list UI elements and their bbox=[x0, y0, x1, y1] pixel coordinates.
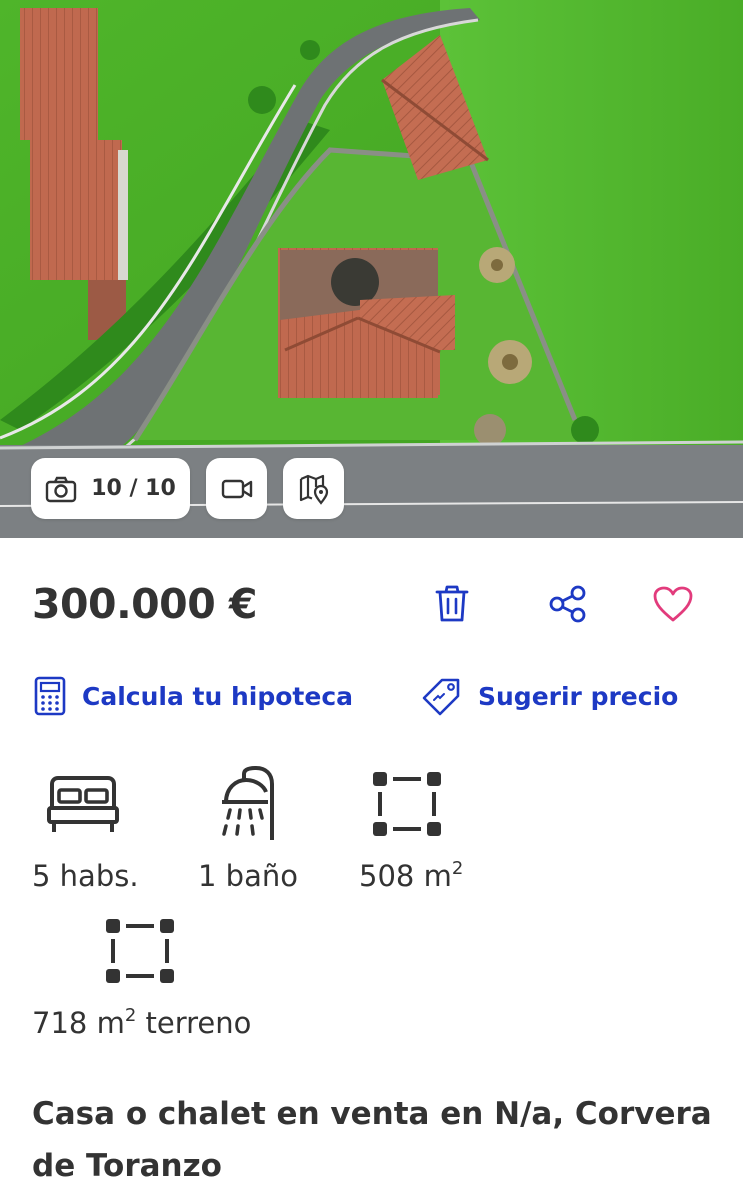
suggest-price-label: Sugerir precio bbox=[478, 681, 679, 711]
trash-icon bbox=[433, 584, 471, 624]
listing-title: Casa o chalet en venta en N/a, Corvera d… bbox=[32, 1096, 712, 1184]
bed-icon bbox=[32, 765, 120, 843]
plot-area-icon bbox=[32, 912, 176, 990]
share-button[interactable] bbox=[546, 582, 590, 626]
rooms-label: 5 habs. bbox=[32, 859, 139, 893]
feature-built-area: 508 m2 bbox=[359, 765, 463, 893]
listing-photo[interactable]: 10 / 10 bbox=[0, 0, 743, 538]
favorite-button[interactable] bbox=[651, 582, 695, 626]
suggest-price-link[interactable]: Sugerir precio bbox=[420, 676, 678, 716]
shower-icon bbox=[198, 765, 278, 843]
built-area-label: 508 m2 bbox=[359, 858, 464, 893]
delete-button[interactable] bbox=[430, 582, 474, 626]
feature-plot-area: 718 m2 terreno bbox=[32, 912, 251, 1040]
plot-area-label: 718 m2 terreno bbox=[32, 1005, 252, 1040]
feature-baths: 1 baño bbox=[198, 765, 298, 893]
actions-links-row: Calcula tu hipoteca Sugerir precio bbox=[0, 670, 743, 726]
mortgage-calculator-link[interactable]: Calcula tu hipoteca bbox=[34, 676, 353, 716]
map-pin-icon bbox=[298, 473, 330, 505]
mortgage-link-label: Calcula tu hipoteca bbox=[82, 681, 354, 711]
photo-counter-button[interactable]: 10 / 10 bbox=[31, 458, 190, 519]
video-button[interactable] bbox=[206, 458, 267, 519]
feature-rooms: 5 habs. bbox=[32, 765, 139, 893]
heart-icon bbox=[652, 585, 694, 623]
camera-icon bbox=[45, 475, 77, 503]
photo-counter: 10 / 10 bbox=[91, 476, 176, 501]
share-icon bbox=[547, 584, 589, 624]
calculator-icon bbox=[34, 676, 66, 716]
baths-label: 1 baño bbox=[198, 859, 298, 893]
area-icon bbox=[359, 765, 443, 843]
map-button[interactable] bbox=[283, 458, 344, 519]
video-camera-icon bbox=[221, 477, 253, 501]
price-row: 300.000 € bbox=[0, 570, 743, 640]
price-tag-icon bbox=[420, 676, 462, 716]
listing-price: 300.000 € bbox=[32, 580, 258, 628]
